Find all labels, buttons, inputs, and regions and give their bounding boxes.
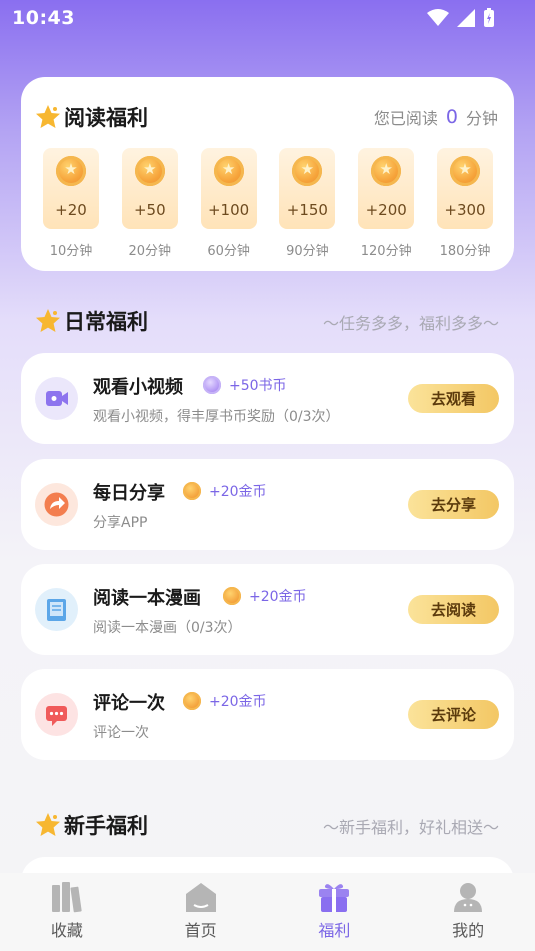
- gold-coin-icon: [223, 587, 241, 605]
- read-button[interactable]: 去阅读: [408, 595, 499, 624]
- profile-icon: [454, 883, 483, 912]
- task-reward-text: +20金币: [209, 484, 267, 500]
- signal-icon: [457, 9, 475, 31]
- star-icon: [36, 309, 60, 332]
- progress-prefix: 您已阅读: [373, 109, 438, 128]
- status-time: 10:43: [12, 7, 75, 29]
- coin-icon: [134, 156, 165, 186]
- task-reward: +20金币: [183, 481, 267, 501]
- comment-button[interactable]: 去评论: [408, 700, 499, 729]
- reward-item[interactable]: +150 90分钟: [279, 148, 336, 259]
- bookshelf-icon: [51, 882, 82, 913]
- status-icons: [427, 8, 495, 32]
- coin-icon: [449, 156, 480, 186]
- tab-home[interactable]: 首页: [134, 873, 268, 951]
- task-reward-text: +20金币: [209, 694, 267, 710]
- reward-item[interactable]: +50 20分钟: [121, 148, 178, 259]
- task-reward-text: +50书币: [229, 378, 287, 394]
- reward-tile[interactable]: +100: [200, 148, 257, 229]
- reading-progress: 您已阅读 0 分钟: [374, 105, 498, 129]
- task-title: 每日分享: [93, 483, 165, 504]
- status-bar: 10:43: [0, 0, 535, 38]
- reward-amount: +200: [365, 201, 407, 219]
- tab-label: 收藏: [50, 921, 83, 940]
- battery-icon: [483, 8, 495, 32]
- reward-time: 20分钟: [128, 244, 172, 259]
- reward-time: 90分钟: [286, 244, 329, 259]
- newbie-welfare-title-text: 新手福利: [64, 814, 148, 838]
- newbie-welfare-subtitle: ～新手福利，好礼相送～: [322, 818, 499, 837]
- reward-time: 180分钟: [439, 244, 491, 259]
- task-reward: +20金币: [183, 691, 267, 711]
- star-icon: [36, 813, 60, 836]
- tab-label: 福利: [318, 921, 351, 940]
- task-card-comment: 评论一次 +20金币 评论一次 去评论: [21, 669, 514, 760]
- comment-icon: [35, 693, 78, 736]
- reward-item[interactable]: +20 10分钟: [43, 148, 99, 259]
- reward-item[interactable]: +200 120分钟: [358, 148, 415, 259]
- task-card-share: 每日分享 +20金币 分享APP 去分享: [21, 459, 514, 550]
- reward-amount: +150: [286, 201, 328, 219]
- task-reward: +20金币: [223, 586, 307, 606]
- tab-favorites[interactable]: 收藏: [0, 873, 134, 951]
- tab-welfare[interactable]: 福利: [268, 873, 402, 951]
- star-icon: [36, 105, 60, 128]
- task-desc: 观看小视频，得丰厚书币奖励（0/3次）: [93, 409, 340, 425]
- reward-time: 120分钟: [360, 244, 412, 259]
- coin-icon: [371, 156, 402, 186]
- video-icon: [35, 377, 78, 420]
- coin-icon: [56, 156, 86, 186]
- task-title: 阅读一本漫画: [93, 588, 201, 609]
- gold-coin-icon: [183, 482, 201, 500]
- gift-icon: [319, 884, 350, 912]
- reward-amount: +300: [444, 201, 486, 219]
- book-icon: [35, 588, 78, 631]
- reward-tile[interactable]: +300: [436, 148, 493, 229]
- task-card-read-comic: 阅读一本漫画 +20金币 阅读一本漫画（0/3次） 去阅读: [21, 564, 514, 655]
- reward-tile[interactable]: +150: [279, 148, 336, 229]
- reward-tile[interactable]: +50: [121, 148, 178, 229]
- book-coin-icon: [203, 376, 221, 394]
- tab-profile[interactable]: 我的: [401, 873, 535, 951]
- share-icon: [35, 483, 78, 526]
- reward-amount: +50: [133, 201, 166, 219]
- tab-label: 我的: [452, 921, 485, 940]
- task-desc: 阅读一本漫画（0/3次）: [93, 620, 242, 636]
- progress-unit: 分钟: [465, 109, 498, 128]
- reward-time: 10分钟: [49, 244, 93, 259]
- task-reward: +50书币: [203, 375, 287, 395]
- reading-welfare-title: 阅读福利: [35, 102, 148, 132]
- coin-icon: [213, 156, 244, 186]
- reading-welfare-title-text: 阅读福利: [64, 106, 148, 130]
- task-desc: 分享APP: [93, 515, 148, 531]
- reward-row: +20 10分钟 +50 20分钟 +100 60分钟 +150 90分钟 +2…: [43, 148, 493, 259]
- task-title: 评论一次: [93, 693, 165, 714]
- home-icon: [185, 883, 216, 912]
- reward-time: 60分钟: [207, 244, 250, 259]
- share-button[interactable]: 去分享: [408, 490, 499, 519]
- wifi-icon: [427, 9, 449, 31]
- task-title: 观看小视频: [93, 377, 183, 398]
- tab-label: 首页: [184, 921, 217, 940]
- reward-item[interactable]: +100 60分钟: [200, 148, 257, 259]
- bottom-tab-bar: 收藏 首页 福利 我的: [0, 873, 535, 951]
- watch-button[interactable]: 去观看: [408, 384, 499, 413]
- newbie-welfare-title: 新手福利: [35, 810, 148, 840]
- reward-amount: +100: [207, 201, 250, 219]
- gold-coin-icon: [183, 692, 201, 710]
- task-card-watch-video: 观看小视频 +50书币 观看小视频，得丰厚书币奖励（0/3次） 去观看: [21, 353, 514, 444]
- daily-welfare-title: 日常福利: [35, 306, 148, 336]
- daily-welfare-subtitle: ～任务多多，福利多多～: [322, 314, 499, 333]
- reward-tile[interactable]: +200: [358, 148, 415, 229]
- task-reward-text: +20金币: [249, 589, 307, 605]
- reward-amount: +20: [55, 201, 87, 219]
- reward-tile[interactable]: +20: [43, 148, 99, 229]
- reading-welfare-card: 阅读福利 您已阅读 0 分钟 +20 10分钟 +50 20分钟 +100 60…: [21, 77, 514, 271]
- coin-icon: [292, 156, 323, 186]
- progress-value: 0: [445, 106, 458, 128]
- reward-item[interactable]: +300 180分钟: [436, 148, 493, 259]
- task-desc: 评论一次: [93, 725, 149, 741]
- daily-welfare-title-text: 日常福利: [64, 310, 148, 334]
